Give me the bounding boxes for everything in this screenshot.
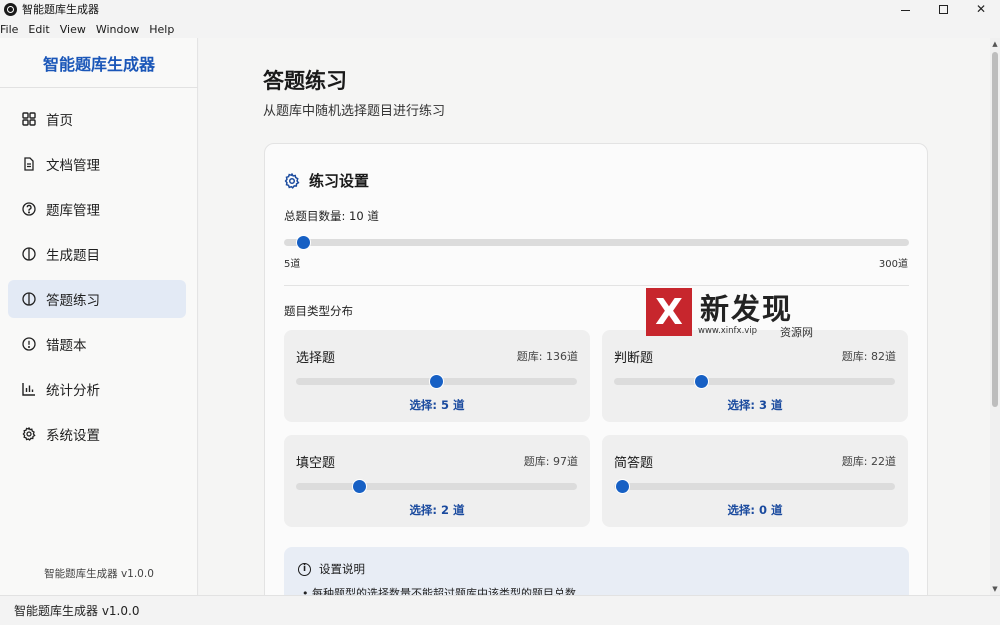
menu-edit[interactable]: Edit — [28, 23, 49, 36]
type-selected-count: 选择: 3 道 — [727, 398, 783, 412]
document-icon — [22, 157, 36, 171]
sidebar-item-label: 统计分析 — [46, 383, 100, 399]
sidebar-item-question-bank[interactable]: 题库管理 — [8, 190, 186, 228]
slider-min-label: 5道 — [284, 259, 301, 270]
scroll-up-icon[interactable]: ▲ — [991, 40, 999, 48]
info-line: • 每种题型的选择数量不能超过题库中该类型的题目总数 — [302, 587, 576, 595]
card-header: 练习设置 — [284, 170, 369, 191]
practice-settings-card: 练习设置 总题目数量: 10 道 5道 300道 题目类型分布 选择题 题库: … — [264, 143, 928, 595]
menu-window[interactable]: Window — [96, 23, 139, 36]
sidebar-item-label: 文档管理 — [46, 158, 100, 174]
window-title: 智能题库生成器 — [22, 3, 99, 16]
minimize-button[interactable] — [886, 0, 924, 18]
bar-chart-icon — [22, 382, 36, 396]
info-header: i 设置说明 — [298, 561, 365, 577]
slider-thumb[interactable] — [297, 236, 311, 249]
type-card-fill-blank: 填空题 题库: 97道 选择: 2 道 — [284, 435, 590, 527]
sidebar-item-label: 错题本 — [46, 338, 87, 354]
type-slider[interactable] — [614, 375, 895, 388]
grid-icon — [22, 112, 36, 126]
type-slider[interactable] — [614, 480, 895, 493]
sidebar-item-label: 题库管理 — [46, 203, 100, 219]
gear-icon — [284, 172, 300, 189]
title-bar: 智能题库生成器 ✕ — [0, 0, 1000, 18]
menu-bar: File Edit View Window Help — [0, 19, 184, 39]
type-name: 判断题 — [614, 351, 654, 366]
maximize-icon — [938, 4, 948, 14]
sidebar-item-label: 首页 — [46, 113, 73, 129]
type-selected-count: 选择: 2 道 — [409, 503, 465, 517]
alert-icon — [22, 337, 36, 351]
app-logo-icon — [4, 2, 17, 16]
type-card-true-false: 判断题 题库: 82道 选择: 3 道 — [602, 330, 908, 422]
sidebar-item-wrong-questions[interactable]: 错题本 — [8, 325, 186, 363]
sidebar-item-label: 答题练习 — [46, 293, 100, 309]
card-title: 练习设置 — [309, 172, 370, 190]
practice-icon — [22, 292, 36, 306]
page-title: 答题练习 — [263, 69, 347, 93]
sidebar: 智能题库生成器 首页 文档管理 题库管理 生成题目 答题练习 错题本 统计分析 … — [0, 38, 198, 595]
sidebar-item-practice[interactable]: 答题练习 — [8, 280, 186, 318]
vertical-scrollbar[interactable]: ▲ ▼ — [990, 38, 1000, 595]
type-slider[interactable] — [296, 480, 577, 493]
type-distribution-label: 题目类型分布 — [284, 304, 353, 318]
type-card-choice: 选择题 题库: 136道 选择: 5 道 — [284, 330, 590, 422]
sidebar-brand: 智能题库生成器 — [0, 38, 198, 88]
total-count-slider[interactable] — [284, 236, 909, 249]
divider — [284, 285, 909, 286]
info-title: 设置说明 — [319, 562, 365, 576]
slider-max-label: 300道 — [878, 259, 908, 270]
slider-thumb[interactable] — [615, 480, 629, 493]
slider-thumb[interactable] — [695, 375, 709, 388]
sidebar-item-statistics[interactable]: 统计分析 — [8, 370, 186, 408]
scrollbar-thumb[interactable] — [992, 52, 998, 407]
sidebar-item-home[interactable]: 首页 — [8, 100, 186, 138]
type-card-short-answer: 简答题 题库: 22道 选择: 0 道 — [602, 435, 908, 527]
watermark-title: 新发现 — [700, 292, 794, 326]
watermark-url: www.xinfx.vip — [698, 326, 758, 336]
type-selected-count: 选择: 0 道 — [727, 503, 783, 517]
close-button[interactable]: ✕ — [962, 0, 1000, 18]
sidebar-item-label: 系统设置 — [46, 428, 100, 444]
type-name: 选择题 — [296, 351, 336, 366]
sidebar-item-label: 生成题目 — [46, 248, 100, 264]
info-icon: i — [298, 562, 311, 576]
type-name: 简答题 — [614, 456, 654, 471]
gear-icon — [22, 427, 36, 441]
type-bank-count: 题库: 136道 — [516, 350, 578, 363]
sidebar-version: 智能题库生成器 v1.0.0 — [44, 568, 154, 580]
type-name: 填空题 — [296, 456, 336, 471]
menu-file[interactable]: File — [0, 23, 18, 36]
maximize-button[interactable] — [924, 0, 962, 18]
sidebar-nav: 首页 文档管理 题库管理 生成题目 答题练习 错题本 统计分析 系统设置 — [8, 100, 186, 460]
sidebar-item-documents[interactable]: 文档管理 — [8, 145, 186, 183]
type-bank-count: 题库: 22道 — [841, 455, 896, 468]
close-icon: ✕ — [975, 2, 987, 16]
sidebar-item-generate[interactable]: 生成题目 — [8, 235, 186, 273]
watermark-logo: X 新发现 www.xinfx.vip 资源网 — [646, 288, 826, 340]
window-controls: ✕ — [886, 0, 1000, 18]
main-content: 答题练习 从题库中随机选择题目进行练习 练习设置 总题目数量: 10 道 5道 … — [199, 38, 990, 595]
watermark-subtitle: 资源网 — [780, 326, 813, 339]
settings-info-box: i 设置说明 • 每种题型的选择数量不能超过题库中该类型的题目总数 — [284, 547, 909, 595]
menu-help[interactable]: Help — [149, 23, 174, 36]
status-bar: 智能题库生成器 v1.0.0 — [0, 595, 1000, 625]
type-bank-count: 题库: 82道 — [841, 350, 896, 363]
slider-thumb[interactable] — [430, 375, 443, 388]
page-subtitle: 从题库中随机选择题目进行练习 — [263, 104, 446, 119]
slider-thumb[interactable] — [353, 480, 367, 493]
menu-view[interactable]: View — [60, 23, 86, 36]
watermark-x-mark: X — [646, 288, 692, 336]
type-selected-count: 选择: 5 道 — [409, 398, 465, 412]
sidebar-item-settings[interactable]: 系统设置 — [8, 415, 186, 453]
type-bank-count: 题库: 97道 — [523, 455, 578, 468]
generate-icon — [22, 247, 36, 261]
question-icon — [22, 202, 36, 216]
total-count-label: 总题目数量: 10 道 — [284, 209, 379, 223]
minimize-icon — [900, 9, 910, 11]
type-slider[interactable] — [296, 375, 577, 388]
scroll-down-icon[interactable]: ▼ — [991, 585, 999, 593]
